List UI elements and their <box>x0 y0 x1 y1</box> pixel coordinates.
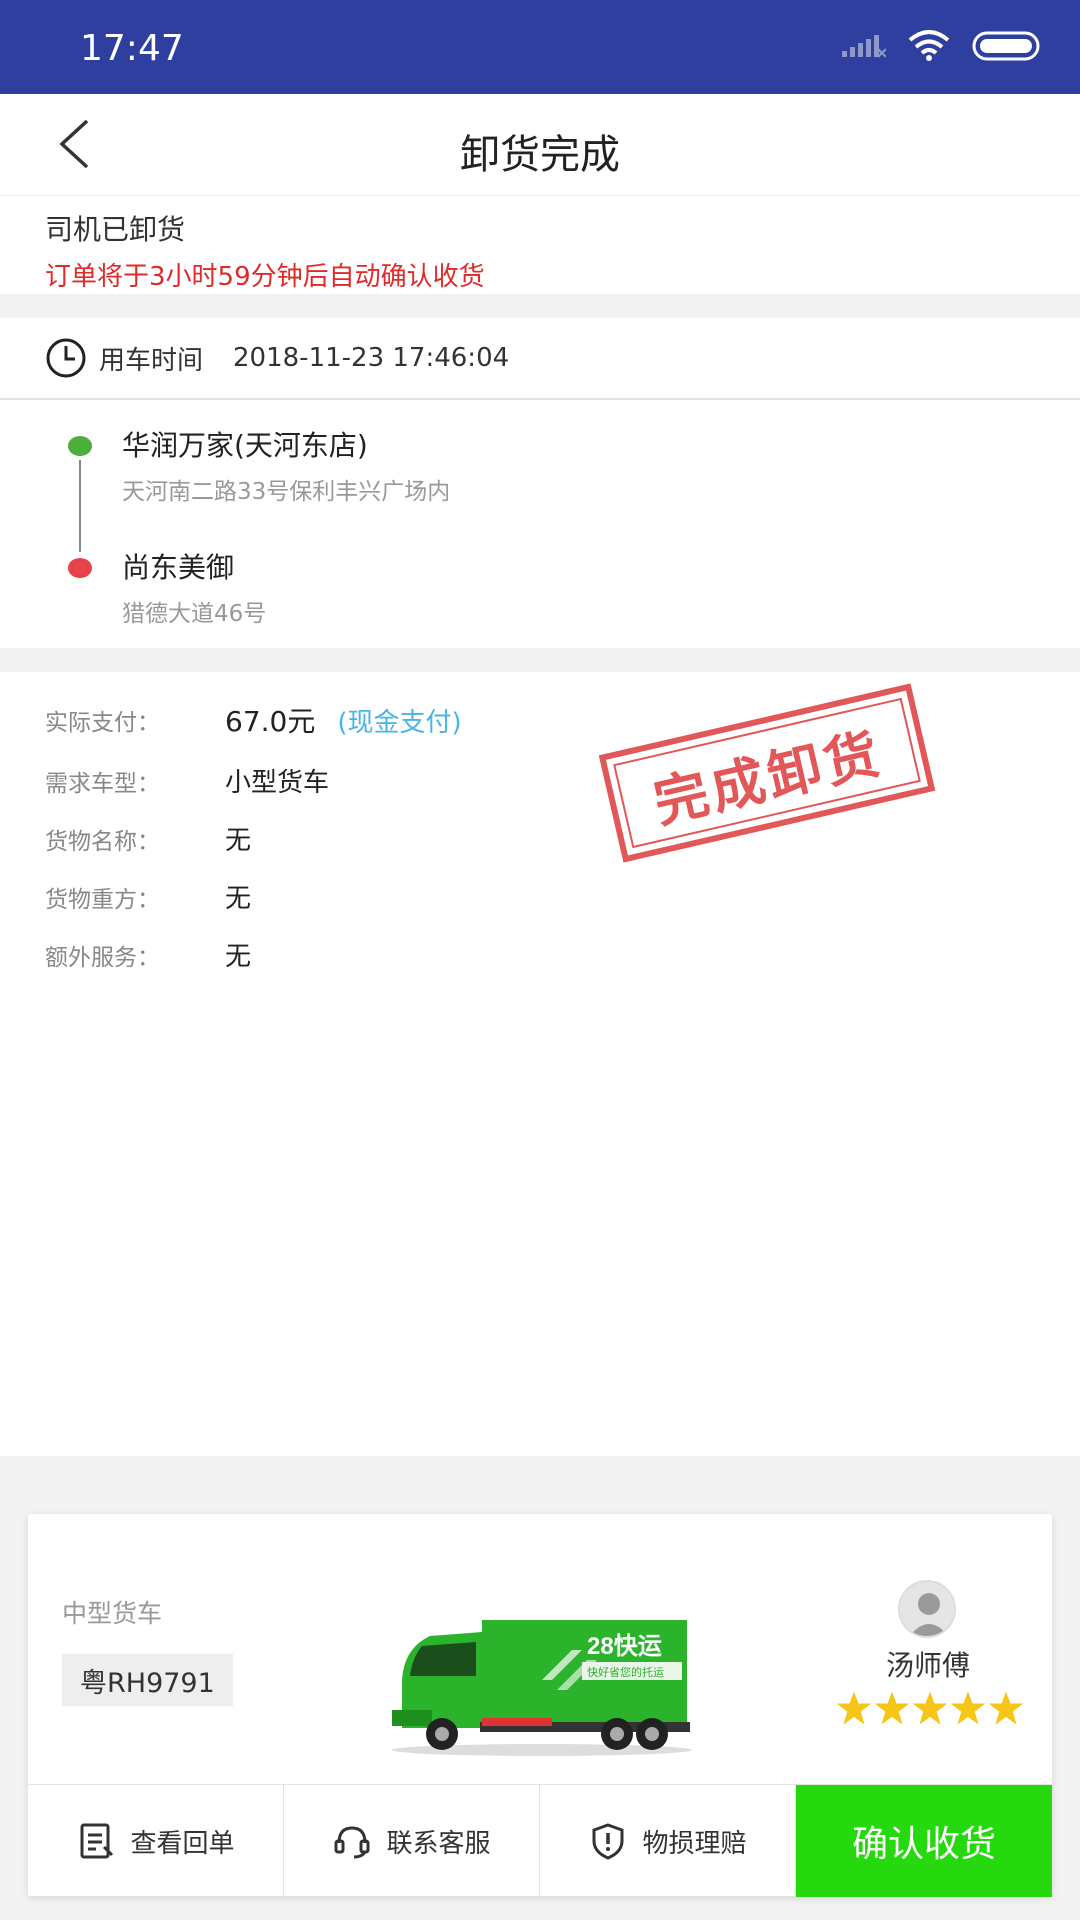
truck-image: 快好省您的托运 28快运 <box>392 1620 692 1756</box>
driver-card: 中型货车 粤RH9791 快好省您的托运 28快运 汤师傅 查看回单 联系客服 … <box>28 1514 1052 1897</box>
signal-icon <box>842 35 886 58</box>
use-time-label: 用车时间 <box>99 345 204 376</box>
cargo-name-value: 无 <box>225 826 252 856</box>
cargo-weight-row: 货物重方： 无 <box>45 878 251 915</box>
order-status-text: 司机已卸货 <box>45 213 186 246</box>
cargo-weight-label: 货物重方： <box>45 886 160 913</box>
receipt-icon <box>80 1823 114 1859</box>
use-time-row: 用车时间 2018-11-23 17:46:04 <box>0 318 1080 400</box>
start-location-name: 华润万家(天河东店) <box>122 429 368 462</box>
cargo-weight-value: 无 <box>225 884 252 914</box>
damage-claim-label: 物损理赔 <box>642 1828 747 1859</box>
extra-service-label: 额外服务： <box>45 944 160 971</box>
nav-bar: 卸货完成 <box>0 94 1080 196</box>
action-bar: 查看回单 联系客服 物损理赔 确认收货 <box>28 1784 1052 1897</box>
wifi-icon <box>908 30 950 61</box>
status-time: 17:47 <box>80 28 184 69</box>
star-icon <box>950 1691 986 1725</box>
contact-service-button[interactable]: 联系客服 <box>284 1785 540 1897</box>
route-section: 华润万家(天河东店) 天河南二路33号保利丰兴广场内 尚东美御 猎德大道46号 <box>0 402 1080 648</box>
battery-icon <box>972 31 1040 61</box>
auto-confirm-countdown: 订单将于3小时59分钟后自动确认收货 <box>45 262 485 292</box>
extra-service-value: 无 <box>225 942 252 972</box>
route-line <box>79 460 81 552</box>
end-dot-icon <box>68 558 92 578</box>
section-divider <box>0 648 1080 672</box>
payment-method: (现金支付) <box>337 707 462 738</box>
vehicle-required-row: 需求车型： 小型货车 <box>45 762 329 799</box>
contact-service-label: 联系客服 <box>386 1828 491 1859</box>
confirm-receipt-button[interactable]: 确认收货 <box>796 1785 1052 1897</box>
start-location-address: 天河南二路33号保利丰兴广场内 <box>122 479 451 505</box>
star-icon <box>836 1691 872 1725</box>
view-receipt-button[interactable]: 查看回单 <box>28 1785 284 1897</box>
truck-type: 中型货车 <box>62 1599 163 1628</box>
status-bar: 17:47 <box>0 0 1080 94</box>
extra-service-row: 额外服务： 无 <box>45 936 251 973</box>
end-location-name: 尚东美御 <box>122 551 235 584</box>
truck-brand: 28快运 <box>587 1633 662 1660</box>
star-icon <box>912 1691 948 1725</box>
payment-amount: 67.0元 <box>225 705 316 738</box>
order-status-section: 司机已卸货 订单将于3小时59分钟后自动确认收货 <box>0 196 1080 294</box>
start-dot-icon <box>68 436 92 456</box>
section-divider <box>0 294 1080 318</box>
driver-avatar[interactable] <box>898 1580 956 1638</box>
damage-claim-button[interactable]: 物损理赔 <box>540 1785 796 1897</box>
clock-icon <box>46 338 86 378</box>
page-title: 卸货完成 <box>460 132 620 178</box>
truck-slogan: 快好省您的托运 <box>587 1665 664 1679</box>
license-plate: 粤RH9791 <box>62 1654 233 1706</box>
vehicle-required-value: 小型货车 <box>225 768 330 798</box>
end-location-address: 猎德大道46号 <box>122 601 267 627</box>
driver-rating <box>836 1690 1024 1726</box>
use-time-value: 2018-11-23 17:46:04 <box>233 343 510 373</box>
payment-label: 实际支付： <box>45 710 160 736</box>
cargo-name-label: 货物名称： <box>45 828 160 855</box>
payment-row: 实际支付： 67.0元 (现金支付) <box>45 700 462 740</box>
shield-alert-icon <box>592 1823 624 1860</box>
star-icon <box>988 1691 1024 1725</box>
cargo-name-row: 货物名称： 无 <box>45 820 251 857</box>
vehicle-required-label: 需求车型： <box>45 770 160 797</box>
driver-name: 汤师傅 <box>885 1649 970 1682</box>
star-icon <box>874 1691 910 1725</box>
view-receipt-label: 查看回单 <box>130 1828 235 1859</box>
headset-icon <box>334 1826 370 1859</box>
status-icons <box>842 30 1042 62</box>
user-icon <box>909 1593 949 1636</box>
